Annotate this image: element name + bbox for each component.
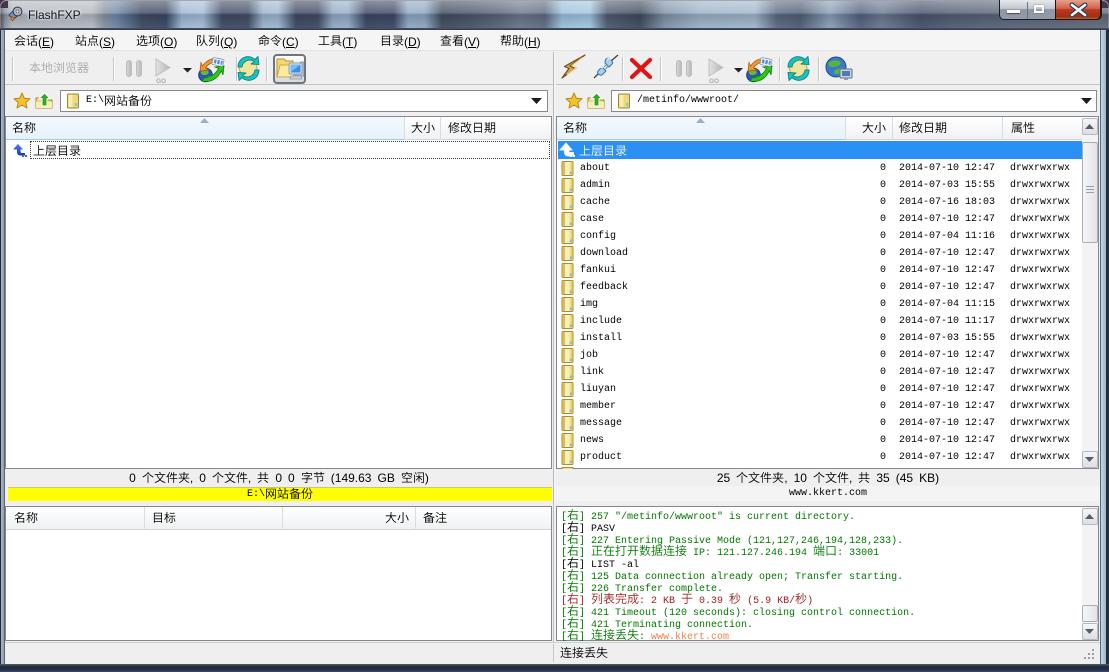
svg-text:GO: GO <box>156 78 166 84</box>
svg-text:GO: GO <box>709 78 719 84</box>
